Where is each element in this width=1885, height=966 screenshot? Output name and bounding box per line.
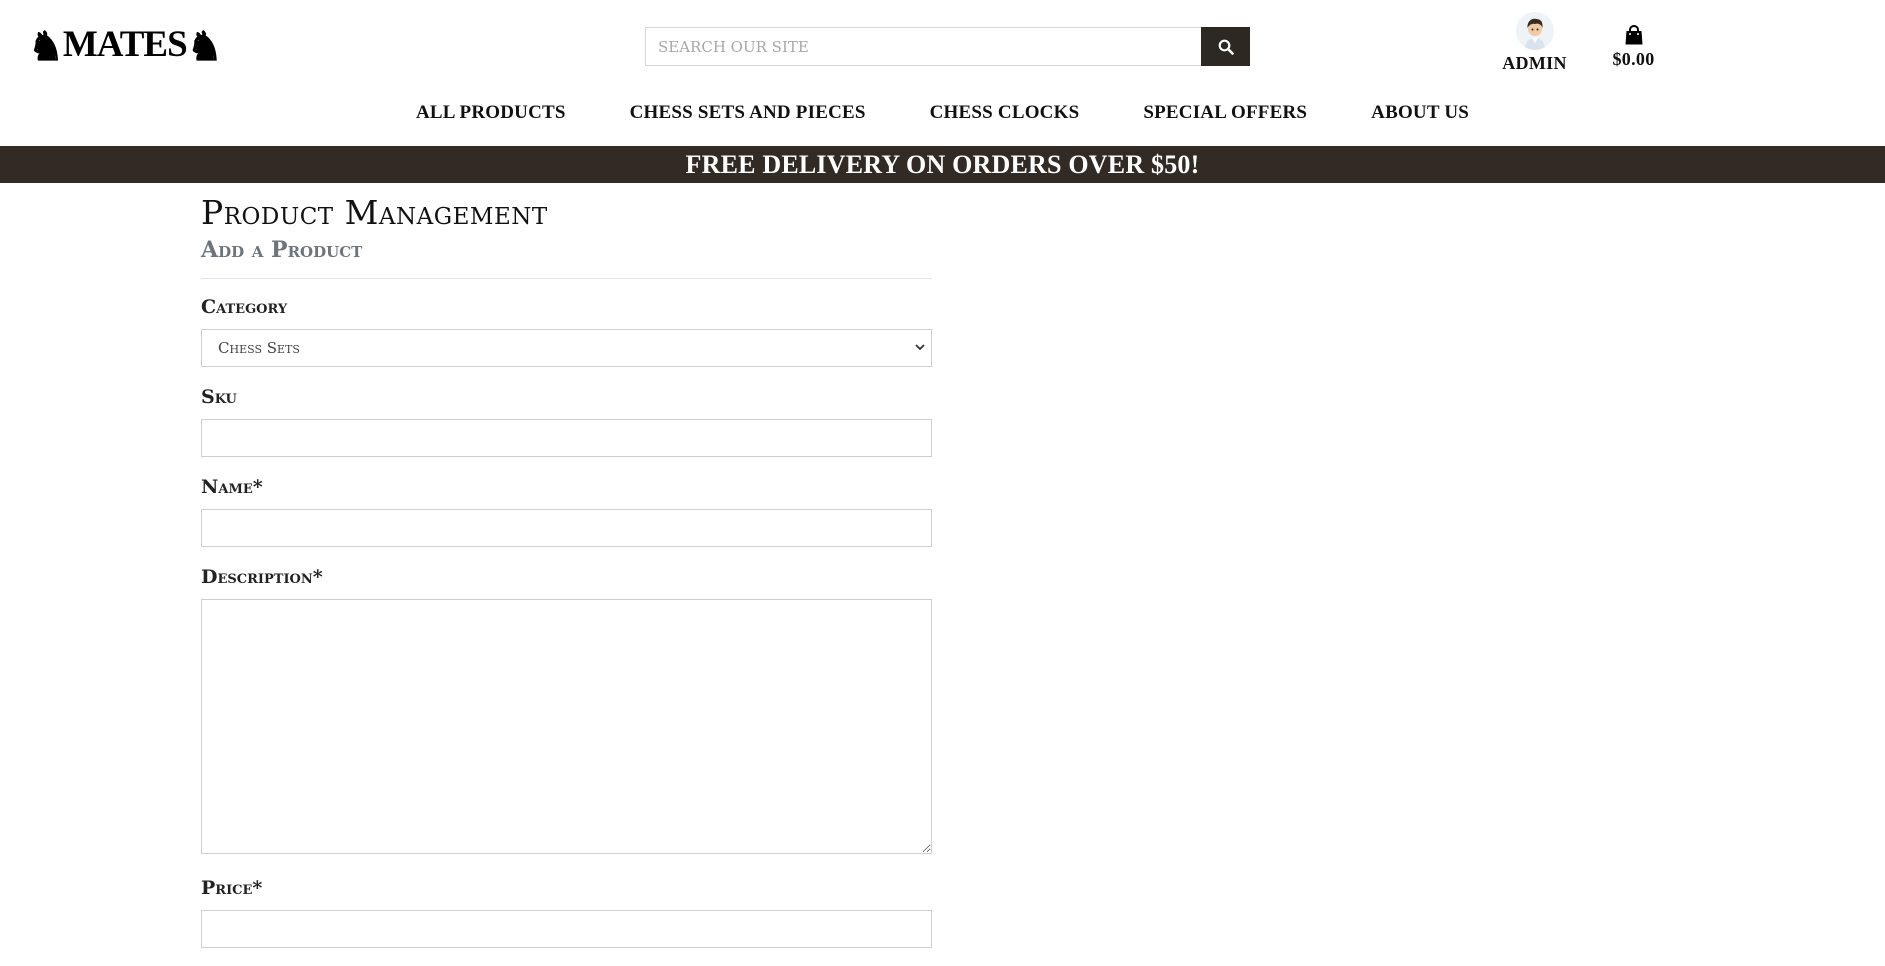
description-textarea[interactable] [201,599,932,854]
nav-item-about-us[interactable]: ABOUT US [1339,102,1501,124]
name-label: Name* [201,476,263,498]
search-input[interactable] [645,27,1201,66]
site-header: ♞ MATES ♞ ADMIN [0,0,1885,146]
sku-input[interactable] [201,419,932,457]
bag-total: $0.00 [1612,49,1655,69]
price-field: Price* [201,876,932,948]
knight-icon: ♞ [28,24,64,69]
name-field: Name* [201,475,932,547]
category-label: Category [201,296,288,318]
nav-item-chess-sets-and-pieces[interactable]: CHESS SETS AND PIECES [598,102,898,124]
category-select[interactable]: Chess Sets [201,329,932,367]
delivery-banner: FREE DELIVERY ON ORDERS OVER $50! [0,146,1885,183]
account-menu[interactable]: ADMIN [1497,12,1572,74]
search-icon [1218,39,1234,55]
page-subtitle: Add a Product [201,237,363,263]
description-label: Description* [201,566,323,588]
sku-label: Sku [201,386,237,408]
page-title: Product Management [201,193,548,232]
nav-item-chess-clocks[interactable]: CHESS CLOCKS [898,102,1112,124]
account-label: ADMIN [1502,53,1567,73]
description-field: Description* [201,565,932,858]
shopping-bag-link[interactable]: $0.00 [1600,24,1667,70]
nav-item-all-products[interactable]: ALL PRODUCTS [384,102,598,124]
product-management-form: Product Management Add a Product Categor… [201,193,932,966]
search-button[interactable] [1201,27,1250,66]
logo-text: MATES [62,24,188,65]
shopping-bag-icon [1625,24,1642,45]
sku-field: Sku [201,385,932,457]
avatar-icon [1515,12,1554,50]
avatar [1515,12,1554,50]
category-select-wrapper: Chess Sets [201,329,932,367]
site-logo[interactable]: ♞ MATES ♞ [28,24,223,69]
price-label: Price* [201,877,263,899]
main-nav: ALL PRODUCTS CHESS SETS AND PIECES CHESS… [0,102,1885,124]
name-input[interactable] [201,509,932,547]
divider [201,278,932,279]
nav-item-special-offers[interactable]: SPECIAL OFFERS [1111,102,1339,124]
knight-icon: ♞ [186,24,223,69]
price-input[interactable] [201,910,932,948]
search-form [645,27,1250,66]
category-field: Category Chess Sets [201,295,932,367]
